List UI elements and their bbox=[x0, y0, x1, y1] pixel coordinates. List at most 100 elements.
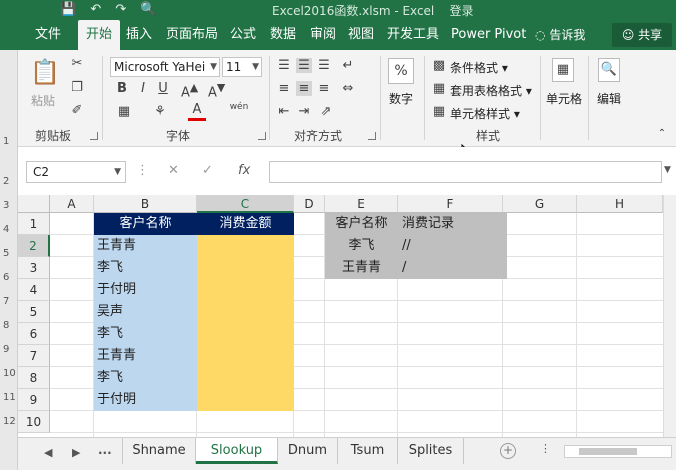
align-left-icon[interactable]: ≡ bbox=[276, 81, 292, 96]
cell-styles-button[interactable]: 单元格样式 ▾ bbox=[450, 105, 520, 122]
add-sheet-button[interactable]: + bbox=[500, 443, 516, 459]
expand-formula-icon[interactable]: ▼ bbox=[664, 165, 671, 175]
lookup-header-name[interactable]: 客户名称 bbox=[325, 213, 398, 235]
italic-button[interactable]: I bbox=[136, 81, 150, 96]
decrease-font-icon[interactable]: A▼ bbox=[208, 81, 225, 100]
header-customer-name[interactable]: 客户名称 bbox=[94, 213, 197, 235]
underline-button[interactable]: U bbox=[156, 81, 170, 96]
column-header-e[interactable]: E bbox=[325, 195, 398, 213]
lookup-name-cell[interactable]: 王青青 bbox=[325, 257, 398, 279]
lookup-header-record[interactable]: 消费记录 bbox=[398, 213, 507, 235]
tab-page-layout[interactable]: 页面布局 bbox=[158, 20, 226, 50]
merge-center-icon[interactable]: ⇔ bbox=[340, 81, 356, 96]
tell-me-search[interactable]: ◌ 告诉我 bbox=[535, 20, 585, 50]
decrease-indent-icon[interactable]: ⇤ bbox=[276, 104, 292, 119]
lookup-record-cell[interactable]: / bbox=[398, 257, 507, 279]
tab-formulas[interactable]: 公式 bbox=[222, 20, 264, 50]
bold-button[interactable]: B bbox=[115, 81, 129, 96]
horizontal-scrollbar[interactable] bbox=[564, 445, 672, 458]
paste-icon[interactable]: 📋 bbox=[30, 58, 60, 88]
insert-function-icon[interactable]: fx bbox=[238, 163, 250, 178]
row-header-8[interactable]: 8 bbox=[18, 367, 50, 389]
lookup-record-cell[interactable]: // bbox=[398, 235, 507, 257]
column-header-c[interactable]: C bbox=[197, 195, 294, 213]
enter-icon[interactable]: ✓ bbox=[202, 163, 213, 178]
align-middle-icon[interactable]: ☰ bbox=[296, 58, 312, 73]
column-header-b[interactable]: B bbox=[94, 195, 197, 213]
font-name-combo[interactable]: Microsoft YaHei ▼ bbox=[110, 57, 220, 77]
save-icon[interactable]: 💾 bbox=[60, 2, 76, 17]
conditional-format-button[interactable]: 条件格式 ▾ bbox=[450, 59, 508, 76]
prev-sheet-icon[interactable]: ◀ bbox=[44, 446, 52, 459]
tab-review[interactable]: 审阅 bbox=[302, 20, 344, 50]
row-header-5[interactable]: 5 bbox=[18, 301, 50, 323]
redo-icon[interactable]: ↷ bbox=[115, 2, 126, 17]
format-as-table-button[interactable]: 套用表格格式 ▾ bbox=[450, 82, 532, 99]
tab-developer[interactable]: 开发工具 bbox=[379, 20, 447, 50]
tab-power-pivot[interactable]: Power Pivot bbox=[443, 20, 534, 50]
increase-indent-icon[interactable]: ⇥ bbox=[296, 104, 312, 119]
row-header-2[interactable]: 2 bbox=[18, 235, 50, 257]
next-sheet-icon[interactable]: ▶ bbox=[72, 446, 80, 459]
more-options-icon[interactable]: ⋮ bbox=[540, 442, 551, 455]
fill-color-icon[interactable]: ⚘ bbox=[151, 104, 169, 119]
print-preview-icon[interactable]: 🔍 bbox=[140, 2, 156, 17]
share-button[interactable]: ☺ 共享 bbox=[612, 23, 672, 47]
select-all-corner[interactable] bbox=[18, 195, 50, 213]
font-dialog-launcher[interactable] bbox=[258, 132, 266, 140]
percent-format-icon[interactable]: % bbox=[388, 58, 414, 84]
font-color-button[interactable]: A bbox=[188, 102, 206, 121]
customer-name-cell[interactable]: 于付明 bbox=[94, 389, 197, 411]
customer-name-cell[interactable]: 于付明 bbox=[94, 279, 197, 301]
tab-view[interactable]: 视图 bbox=[340, 20, 382, 50]
align-center-icon[interactable]: ≡ bbox=[296, 81, 312, 96]
header-amount[interactable]: 消费金额 bbox=[197, 213, 294, 235]
align-right-icon[interactable]: ≡ bbox=[316, 81, 332, 96]
more-sheets-button[interactable]: ... bbox=[98, 443, 112, 457]
row-header-3[interactable]: 3 bbox=[18, 257, 50, 279]
alignment-dialog-launcher[interactable] bbox=[368, 132, 376, 140]
row-header-1[interactable]: 1 bbox=[18, 213, 50, 235]
tab-home[interactable]: 开始 bbox=[78, 20, 121, 50]
format-painter-icon[interactable]: ✐ bbox=[68, 103, 86, 118]
font-size-combo[interactable]: 11 ▼ bbox=[222, 57, 262, 77]
number-format-button[interactable]: 数字 bbox=[384, 90, 418, 107]
customer-name-cell[interactable]: 王青青 bbox=[94, 345, 197, 367]
row-header-10[interactable]: 10 bbox=[18, 411, 50, 433]
sheet-tab-dnum[interactable]: Dnum bbox=[278, 438, 338, 464]
formula-input[interactable] bbox=[269, 161, 662, 183]
tab-file[interactable]: 文件 bbox=[27, 20, 69, 50]
lookup-name-cell[interactable]: 李飞 bbox=[325, 235, 398, 257]
clipboard-dialog-launcher[interactable] bbox=[90, 132, 98, 140]
sign-in-link[interactable]: 登录 bbox=[450, 4, 474, 18]
row-header-9[interactable]: 9 bbox=[18, 389, 50, 411]
column-header-g[interactable]: G bbox=[503, 195, 577, 213]
customer-name-cell[interactable]: 李飞 bbox=[94, 323, 197, 345]
column-header-f[interactable]: F bbox=[398, 195, 503, 213]
row-header-7[interactable]: 7 bbox=[18, 345, 50, 367]
align-bottom-icon[interactable]: ☰ bbox=[316, 58, 332, 73]
customer-name-cell[interactable]: 吴声 bbox=[94, 301, 197, 323]
copy-icon[interactable]: ❐ bbox=[68, 80, 86, 95]
worksheet-grid[interactable]: A B C D E F G H 1 2 3 4 5 6 7 8 9 10 客户名… bbox=[18, 195, 663, 437]
collapse-ribbon-icon[interactable]: ⌃ bbox=[656, 128, 668, 139]
column-header-h[interactable]: H bbox=[577, 195, 663, 213]
orientation-icon[interactable]: ⇗ bbox=[318, 104, 334, 119]
undo-icon[interactable]: ↶ bbox=[90, 2, 101, 17]
column-header-a[interactable]: A bbox=[50, 195, 94, 213]
row-header-4[interactable]: 4 bbox=[18, 279, 50, 301]
vertical-scrollbar[interactable] bbox=[663, 195, 676, 437]
sheet-tab-tsum[interactable]: Tsum bbox=[338, 438, 398, 464]
customer-name-cell[interactable]: 李飞 bbox=[94, 257, 197, 279]
customer-name-cell[interactable]: 李飞 bbox=[94, 367, 197, 389]
row-header-6[interactable]: 6 bbox=[18, 323, 50, 345]
editing-button[interactable]: 编辑 bbox=[592, 90, 626, 107]
increase-font-icon[interactable]: A▲ bbox=[181, 81, 198, 100]
sheet-tab-slookup[interactable]: Slookup bbox=[196, 438, 278, 464]
tab-data[interactable]: 数据 bbox=[262, 20, 304, 50]
align-top-icon[interactable]: ☰ bbox=[276, 58, 292, 73]
sheet-tab-shname[interactable]: Shname bbox=[122, 438, 196, 464]
customer-name-cell[interactable]: 王青青 bbox=[94, 235, 197, 257]
cells-button[interactable]: 单元格 bbox=[544, 90, 584, 107]
sheet-tab-splites[interactable]: Splites bbox=[398, 438, 464, 464]
